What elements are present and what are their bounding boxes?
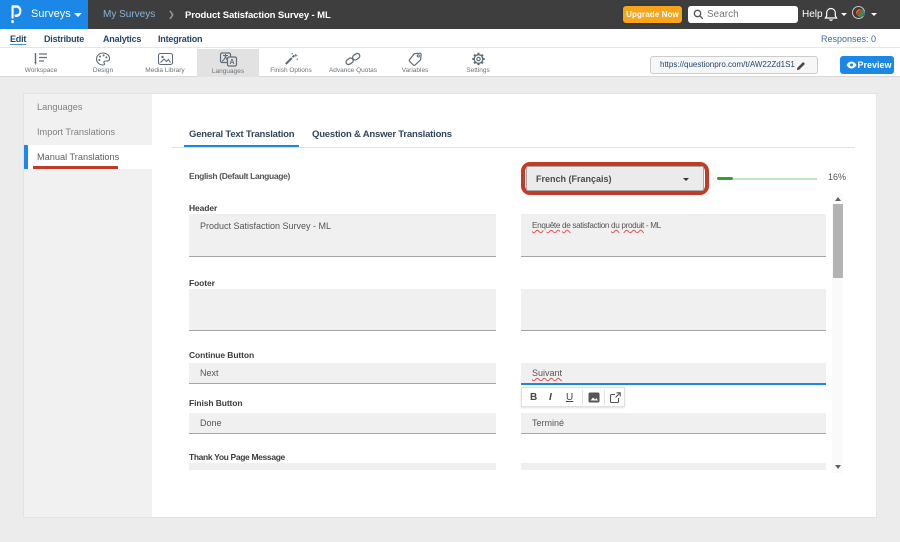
svg-text:A: A (229, 59, 234, 66)
